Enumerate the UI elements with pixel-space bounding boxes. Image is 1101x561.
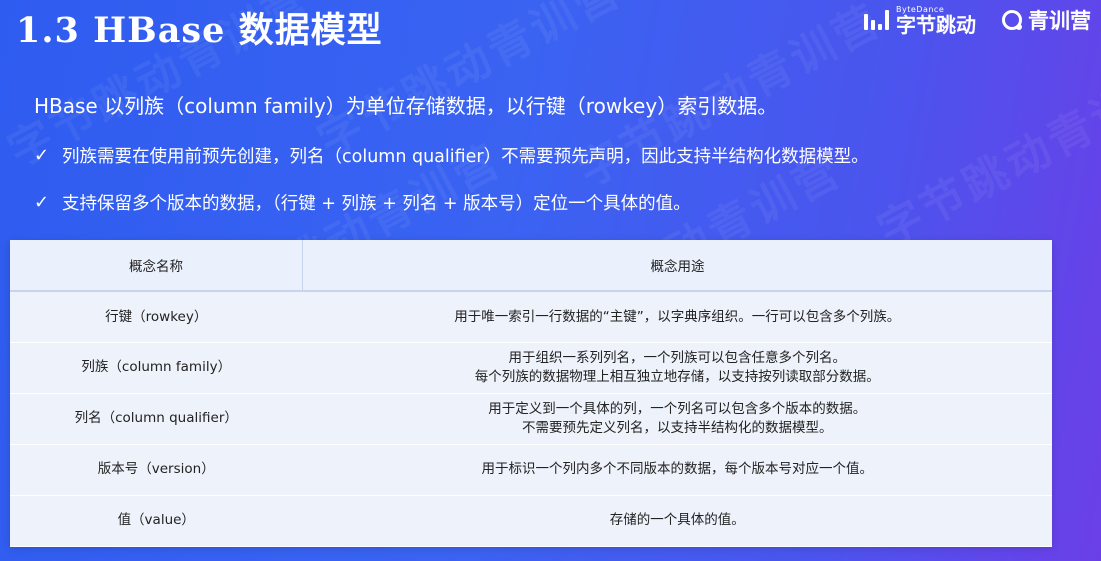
concept-usage-cell: 用于唯一索引一行数据的“主键”，以字典序组织。一行可以包含多个列族。: [302, 291, 1052, 343]
usage-line: 用于定义到一个具体的列，一个列名可以包含多个版本的数据。: [488, 401, 867, 418]
table-row: 列族（column family） 用于组织一系列列名，一个列族可以包含任意多个…: [10, 342, 1052, 394]
concept-name-cell: 列名（column qualifier）: [10, 393, 303, 445]
table-row: 版本号（version） 用于标识一个列内多个不同版本的数据，每个版本号对应一个…: [10, 444, 1052, 496]
header-concept-usage: 概念用途: [302, 240, 1052, 292]
usage-line: 每个列族的数据物理上相互独立地存储，以支持按列读取部分数据。: [474, 368, 880, 385]
qingxunying-icon: [1002, 10, 1022, 30]
table-row: 值（value） 存储的一个具体的值。: [10, 495, 1052, 547]
check-icon: ✓: [34, 192, 50, 213]
bullet-item: ✓ 支持保留多个版本的数据，（行键 + 列族 + 列名 + 版本号）定位一个具体…: [34, 190, 691, 215]
table-row: 行键（rowkey） 用于唯一索引一行数据的“主键”，以字典序组织。一行可以包含…: [10, 291, 1052, 343]
table-row: 列名（column qualifier） 用于定义到一个具体的列，一个列名可以包…: [10, 393, 1052, 445]
usage-line: 不需要预先定义列名，以支持半结构化的数据模型。: [522, 419, 833, 436]
concept-usage-cell: 用于组织一系列列名，一个列族可以包含任意多个列名。 每个列族的数据物理上相互独立…: [302, 342, 1052, 394]
slide-title: 1.3 HBase 数据模型: [16, 10, 383, 51]
qingxunying-text: 青训营: [1028, 9, 1091, 33]
bytedance-icon: [864, 10, 890, 30]
check-icon: ✓: [34, 145, 50, 166]
usage-line: 用于组织一系列列名，一个列族可以包含任意多个列名。: [508, 350, 847, 367]
bullet-text: 支持保留多个版本的数据，（行键 + 列族 + 列名 + 版本号）定位一个具体的值…: [62, 194, 691, 214]
watermark-text: 字节跳动青训营: [869, 54, 1101, 258]
concept-usage-cell: 用于标识一个列内多个不同版本的数据，每个版本号对应一个值。: [302, 444, 1052, 496]
concept-name-cell: 值（value）: [10, 495, 303, 547]
concept-usage-cell: 用于定义到一个具体的列，一个列名可以包含多个版本的数据。 不需要预先定义列名，以…: [302, 393, 1052, 445]
concept-name-cell: 行键（rowkey）: [10, 291, 303, 343]
table-header-row: 概念名称 概念用途: [10, 240, 1052, 292]
qingxunying-logo: 青训营: [1002, 5, 1091, 35]
bullet-item: ✓ 列族需要在使用前预先创建，列名（column qualifier）不需要预先…: [34, 143, 869, 168]
usage-line: 用于唯一索引一行数据的“主键”，以字典序组织。一行可以包含多个列族。: [454, 308, 901, 325]
concept-table: 概念名称 概念用途 行键（rowkey） 用于唯一索引一行数据的“主键”，以字典…: [10, 240, 1052, 547]
bytedance-logo: ByteDance 字节跳动: [864, 5, 976, 37]
concept-name-cell: 版本号（version）: [10, 444, 303, 496]
bullet-text: 列族需要在使用前预先创建，列名（column qualifier）不需要预先声明…: [62, 147, 869, 167]
brand-logos: ByteDance 字节跳动 青训营: [864, 0, 1091, 40]
usage-line: 存储的一个具体的值。: [609, 512, 745, 529]
concept-name-cell: 列族（column family）: [10, 342, 303, 394]
bytedance-cn-text: 字节跳动: [896, 12, 976, 37]
usage-line: 用于标识一个列内多个不同版本的数据，每个版本号对应一个值。: [481, 461, 874, 478]
intro-text: HBase 以列族（column family）为单位存储数据，以行键（rowk…: [34, 94, 778, 118]
header-concept-name: 概念名称: [10, 240, 303, 292]
concept-usage-cell: 存储的一个具体的值。: [302, 495, 1052, 547]
